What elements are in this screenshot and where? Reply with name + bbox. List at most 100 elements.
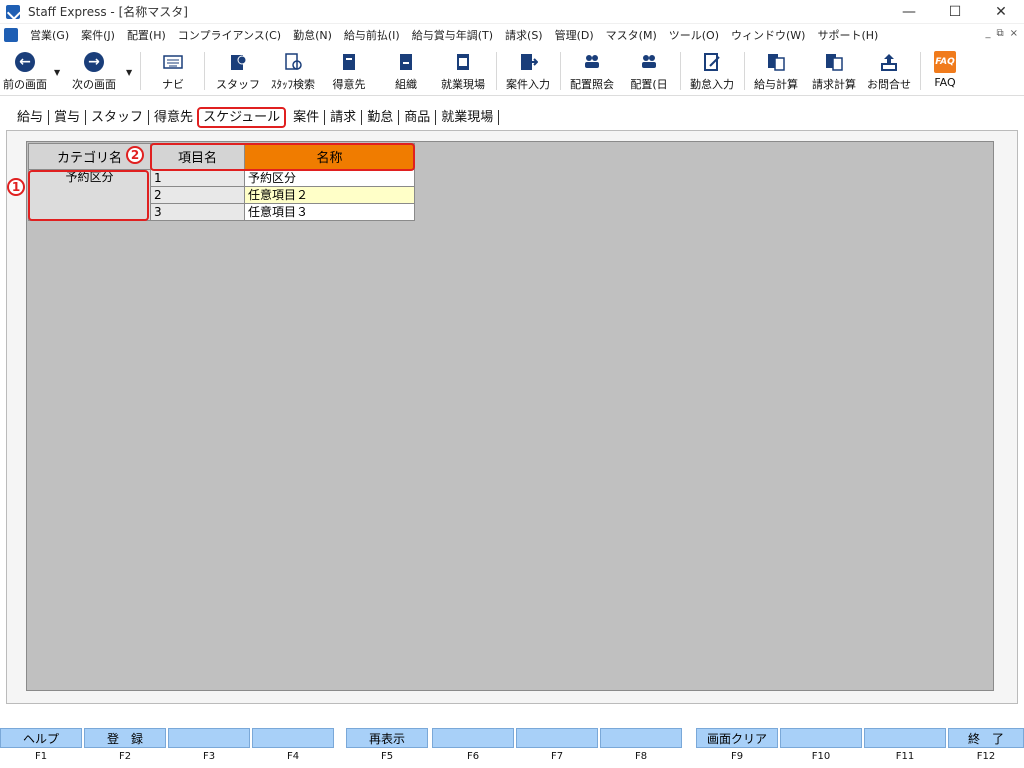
clear-screen-button[interactable]: 画面クリア bbox=[696, 728, 778, 748]
f8-button[interactable] bbox=[600, 728, 682, 748]
menu-payroll[interactable]: 給与賞与年調(T) bbox=[406, 27, 499, 43]
minimize-button[interactable]: — bbox=[886, 0, 932, 24]
assign-day-label: 配置(日 bbox=[630, 78, 668, 91]
f4-button[interactable] bbox=[252, 728, 334, 748]
menu-support[interactable]: サポート(H) bbox=[811, 27, 884, 43]
inquiry-label: お問合せ bbox=[867, 78, 911, 91]
close-button[interactable]: ✕ bbox=[978, 0, 1024, 24]
tab-billing[interactable]: 請求 bbox=[325, 109, 363, 125]
tab-bonus[interactable]: 賞与 bbox=[49, 109, 87, 125]
staff-search-button[interactable]: ｽﾀｯﾌ検索 bbox=[266, 48, 320, 94]
menu-compliance[interactable]: コンプライアンス(C) bbox=[172, 27, 287, 43]
maximize-button[interactable]: ☐ bbox=[932, 0, 978, 24]
fkey-f9[interactable]: 画面クリア F9 bbox=[696, 728, 778, 766]
tab-attendance[interactable]: 勤怠 bbox=[362, 109, 400, 125]
f6-button[interactable] bbox=[432, 728, 514, 748]
forward-dropdown-icon[interactable]: ▼ bbox=[126, 68, 132, 77]
tab-salary[interactable]: 給与 bbox=[12, 109, 50, 125]
toolbar-separator bbox=[140, 52, 141, 90]
tab-product[interactable]: 商品 bbox=[399, 109, 437, 125]
tab-client[interactable]: 得意先 bbox=[149, 109, 200, 125]
staff-button[interactable]: スタッフ bbox=[214, 48, 262, 94]
tab-schedule[interactable]: スケジュール bbox=[197, 106, 287, 128]
client-button[interactable]: 得意先 bbox=[326, 48, 372, 94]
item-code-cell[interactable]: 3 bbox=[150, 203, 245, 221]
back-dropdown-icon[interactable]: ▼ bbox=[54, 68, 60, 77]
f11-button[interactable] bbox=[864, 728, 946, 748]
menu-sales[interactable]: 営業(G) bbox=[24, 27, 75, 43]
fkey-f10[interactable]: F10 bbox=[780, 728, 862, 766]
assign-view-button[interactable]: 配置照会 bbox=[564, 48, 620, 94]
annotation-box-category bbox=[28, 170, 149, 221]
worksite-button[interactable]: 就業現場 bbox=[436, 48, 490, 94]
people-group-icon bbox=[581, 51, 603, 73]
help-button[interactable]: ヘルプ bbox=[0, 728, 82, 748]
fkey-f3[interactable]: F3 bbox=[168, 728, 250, 766]
menu-attendance[interactable]: 勤怠(N) bbox=[287, 27, 338, 43]
arrow-left-icon: ← bbox=[15, 52, 35, 72]
exit-button[interactable]: 終 了 bbox=[948, 728, 1024, 748]
worksite-icon bbox=[452, 51, 474, 73]
faq-button[interactable]: FAQ FAQ bbox=[926, 48, 964, 94]
fkey-f12[interactable]: 終 了 F12 bbox=[948, 728, 1024, 766]
fkey-f8[interactable]: F8 bbox=[600, 728, 682, 766]
inquiry-button[interactable]: お問合せ bbox=[862, 48, 916, 94]
navi-label: ナビ bbox=[162, 78, 184, 91]
client-icon bbox=[338, 51, 360, 73]
mdi-restore-button[interactable]: ⧉ bbox=[996, 28, 1003, 39]
menu-advance-pay[interactable]: 給与前払(I) bbox=[338, 27, 406, 43]
people-group-icon bbox=[638, 51, 660, 73]
faq-label: FAQ bbox=[934, 76, 956, 89]
item-code-cell[interactable]: 1 bbox=[150, 169, 245, 187]
tab-staff[interactable]: スタッフ bbox=[86, 109, 150, 125]
menu-billing[interactable]: 請求(S) bbox=[499, 27, 549, 43]
refresh-button[interactable]: 再表示 bbox=[346, 728, 428, 748]
fkey-f4[interactable]: F4 bbox=[252, 728, 334, 766]
fkey-label: F9 bbox=[730, 751, 744, 762]
back-button[interactable]: ← 前の画面 bbox=[2, 48, 48, 94]
fkey-label: F4 bbox=[286, 751, 300, 762]
fkey-label: F5 bbox=[380, 751, 394, 762]
f10-button[interactable] bbox=[780, 728, 862, 748]
mdi-app-icon[interactable] bbox=[4, 28, 18, 42]
case-input-button[interactable]: 案件入力 bbox=[500, 48, 556, 94]
item-code-cell[interactable]: 2 bbox=[150, 186, 245, 204]
mdi-minimize-button[interactable]: _ bbox=[985, 28, 990, 39]
menu-assign[interactable]: 配置(H) bbox=[121, 27, 172, 43]
fkey-label: F10 bbox=[811, 751, 831, 762]
category-tabs: 給与 賞与 スタッフ 得意先 スケジュール 案件 請求 勤怠 商品 就業現場 bbox=[0, 104, 1024, 130]
fkey-f2[interactable]: 登 録 F2 bbox=[84, 728, 166, 766]
register-button[interactable]: 登 録 bbox=[84, 728, 166, 748]
tab-worksite[interactable]: 就業現場 bbox=[436, 109, 500, 125]
toolbar-separator bbox=[204, 52, 205, 90]
navi-button[interactable]: ナビ bbox=[152, 48, 194, 94]
f7-button[interactable] bbox=[516, 728, 598, 748]
item-name-cell[interactable]: 予約区分 bbox=[244, 169, 415, 187]
menu-admin[interactable]: 管理(D) bbox=[549, 27, 600, 43]
item-name-cell[interactable]: 任意項目２ bbox=[244, 186, 415, 204]
forward-button[interactable]: → 次の画面 bbox=[66, 48, 122, 94]
upload-box-icon bbox=[878, 51, 900, 73]
f3-button[interactable] bbox=[168, 728, 250, 748]
item-name-cell[interactable]: 任意項目３ bbox=[244, 203, 415, 221]
fkey-f1[interactable]: ヘルプ F1 bbox=[0, 728, 82, 766]
fkey-f11[interactable]: F11 bbox=[864, 728, 946, 766]
assign-day-button[interactable]: 配置(日 bbox=[624, 48, 674, 94]
menu-master[interactable]: マスタ(M) bbox=[600, 27, 663, 43]
fkey-f6[interactable]: F6 bbox=[432, 728, 514, 766]
fkey-f5[interactable]: 再表示 F5 bbox=[346, 728, 428, 766]
faq-icon: FAQ bbox=[934, 51, 956, 73]
billing-calc-button[interactable]: 請求計算 bbox=[806, 48, 862, 94]
window-controls: — ☐ ✕ bbox=[886, 0, 1024, 24]
billing-calc-label: 請求計算 bbox=[812, 78, 856, 91]
tab-case[interactable]: 案件 bbox=[288, 109, 326, 125]
menu-case[interactable]: 案件(J) bbox=[75, 27, 121, 43]
menu-tools[interactable]: ツール(O) bbox=[663, 27, 725, 43]
mdi-close-button[interactable]: × bbox=[1010, 28, 1018, 39]
fkey-f7[interactable]: F7 bbox=[516, 728, 598, 766]
payroll-calc-button[interactable]: 給与計算 bbox=[748, 48, 804, 94]
attendance-input-button[interactable]: 勤怠入力 bbox=[684, 48, 740, 94]
org-button[interactable]: 組織 bbox=[384, 48, 428, 94]
menu-window[interactable]: ウィンドウ(W) bbox=[725, 27, 811, 43]
menu-bar: 営業(G) 案件(J) 配置(H) コンプライアンス(C) 勤怠(N) 給与前払… bbox=[0, 24, 1024, 46]
